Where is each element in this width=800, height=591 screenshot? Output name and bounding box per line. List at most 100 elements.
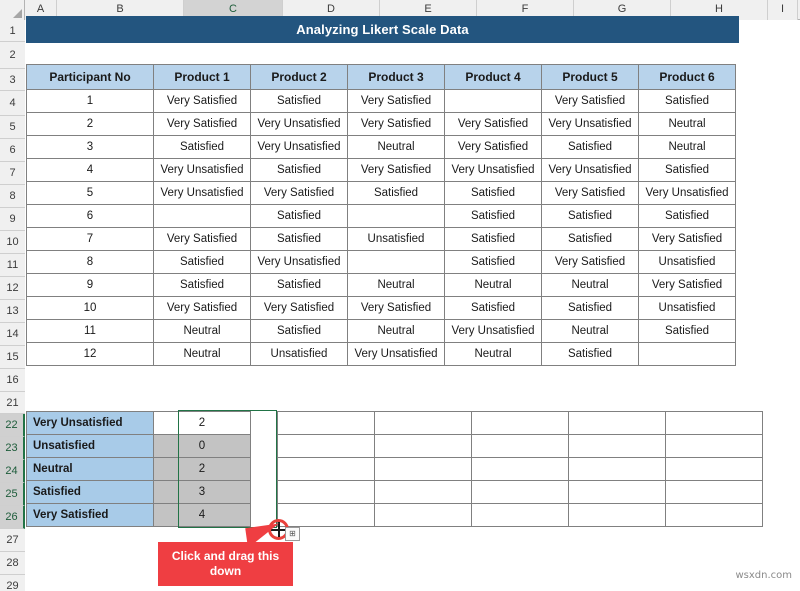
response-cell[interactable]: Very Unsatisfied: [444, 319, 542, 343]
response-cell[interactable]: Very Satisfied: [250, 181, 348, 205]
row-header-5[interactable]: 5: [0, 116, 25, 139]
participant-no-cell[interactable]: 7: [26, 227, 154, 251]
response-cell[interactable]: Very Unsatisfied: [541, 112, 639, 136]
summary-label-cell[interactable]: Neutral: [26, 457, 154, 481]
response-cell[interactable]: Neutral: [444, 342, 542, 366]
row-header-12[interactable]: 12: [0, 277, 25, 300]
empty-cell[interactable]: [665, 434, 763, 458]
row-header-4[interactable]: 4: [0, 91, 25, 116]
participant-no-cell[interactable]: 5: [26, 181, 154, 205]
row-header-24[interactable]: 24: [0, 460, 25, 483]
empty-cell[interactable]: [277, 434, 375, 458]
empty-cell[interactable]: [374, 434, 472, 458]
response-cell[interactable]: Satisfied: [541, 204, 639, 228]
row-header-23[interactable]: 23: [0, 437, 25, 460]
response-cell[interactable]: Satisfied: [444, 296, 542, 320]
empty-cell[interactable]: [471, 457, 569, 481]
response-cell[interactable]: Satisfied: [153, 135, 251, 159]
response-cell[interactable]: Unsatisfied: [638, 296, 736, 320]
row-header-29[interactable]: 29: [0, 575, 25, 591]
empty-cell[interactable]: [665, 480, 763, 504]
row-header-28[interactable]: 28: [0, 552, 25, 575]
response-cell[interactable]: Satisfied: [250, 273, 348, 297]
row-header-7[interactable]: 7: [0, 162, 25, 185]
response-cell[interactable]: Neutral: [347, 319, 445, 343]
response-cell[interactable]: Very Satisfied: [153, 296, 251, 320]
response-cell[interactable]: Satisfied: [250, 158, 348, 182]
empty-cell[interactable]: [374, 480, 472, 504]
response-cell[interactable]: Very Satisfied: [347, 296, 445, 320]
empty-cell[interactable]: [277, 411, 375, 435]
response-cell[interactable]: Very Satisfied: [153, 227, 251, 251]
response-cell[interactable]: Very Unsatisfied: [250, 112, 348, 136]
row-header-11[interactable]: 11: [0, 254, 25, 277]
response-cell[interactable]: Satisfied: [444, 250, 542, 274]
participant-no-cell[interactable]: 2: [26, 112, 154, 136]
row-header-21[interactable]: 21: [0, 392, 25, 414]
response-cell[interactable]: Satisfied: [541, 135, 639, 159]
row-header-16[interactable]: 16: [0, 369, 25, 392]
response-cell[interactable]: Very Satisfied: [153, 112, 251, 136]
summary-count-cell[interactable]: 2: [153, 457, 251, 481]
response-cell[interactable]: Very Satisfied: [444, 135, 542, 159]
response-cell[interactable]: [347, 250, 445, 274]
empty-cell[interactable]: [471, 411, 569, 435]
response-cell[interactable]: Satisfied: [541, 227, 639, 251]
row-header-13[interactable]: 13: [0, 300, 25, 323]
response-cell[interactable]: [638, 342, 736, 366]
summary-label-cell[interactable]: Very Unsatisfied: [26, 411, 154, 435]
empty-cell[interactable]: [471, 480, 569, 504]
summary-count-cell[interactable]: 0: [153, 434, 251, 458]
row-header-1[interactable]: 1: [0, 20, 25, 42]
row-header-25[interactable]: 25: [0, 483, 25, 506]
response-cell[interactable]: Neutral: [541, 273, 639, 297]
response-cell[interactable]: Satisfied: [638, 158, 736, 182]
response-cell[interactable]: Satisfied: [638, 204, 736, 228]
empty-cell[interactable]: [471, 434, 569, 458]
response-cell[interactable]: Satisfied: [250, 204, 348, 228]
response-cell[interactable]: Very Satisfied: [347, 112, 445, 136]
empty-cell[interactable]: [665, 411, 763, 435]
summary-count-cell[interactable]: 3: [153, 480, 251, 504]
row-header-6[interactable]: 6: [0, 139, 25, 162]
response-cell[interactable]: Very Unsatisfied: [347, 342, 445, 366]
empty-cell[interactable]: [568, 434, 666, 458]
response-cell[interactable]: Satisfied: [153, 250, 251, 274]
row-header-3[interactable]: 3: [0, 69, 25, 91]
response-cell[interactable]: Satisfied: [638, 319, 736, 343]
response-cell[interactable]: Very Satisfied: [347, 89, 445, 113]
empty-cell[interactable]: [277, 480, 375, 504]
autofill-options-icon[interactable]: ⊞: [285, 527, 300, 541]
row-header-14[interactable]: 14: [0, 323, 25, 346]
summary-label-cell[interactable]: Satisfied: [26, 480, 154, 504]
response-cell[interactable]: Very Unsatisfied: [638, 181, 736, 205]
response-cell[interactable]: Very Satisfied: [541, 89, 639, 113]
response-cell[interactable]: Very Satisfied: [250, 296, 348, 320]
response-cell[interactable]: Neutral: [638, 112, 736, 136]
response-cell[interactable]: Satisfied: [250, 227, 348, 251]
response-cell[interactable]: Very Unsatisfied: [250, 250, 348, 274]
empty-cell[interactable]: [374, 503, 472, 527]
response-cell[interactable]: Very Satisfied: [541, 250, 639, 274]
response-cell[interactable]: Satisfied: [347, 181, 445, 205]
response-cell[interactable]: Satisfied: [638, 89, 736, 113]
empty-cell[interactable]: [374, 411, 472, 435]
response-cell[interactable]: Satisfied: [541, 342, 639, 366]
response-cell[interactable]: Very Unsatisfied: [153, 181, 251, 205]
participant-no-cell[interactable]: 4: [26, 158, 154, 182]
row-header-26[interactable]: 26: [0, 506, 25, 529]
participant-no-cell[interactable]: 10: [26, 296, 154, 320]
row-header-10[interactable]: 10: [0, 231, 25, 254]
participant-no-cell[interactable]: 3: [26, 135, 154, 159]
summary-label-cell[interactable]: Unsatisfied: [26, 434, 154, 458]
participant-no-cell[interactable]: 12: [26, 342, 154, 366]
empty-cell[interactable]: [471, 503, 569, 527]
response-cell[interactable]: Very Satisfied: [541, 181, 639, 205]
response-cell[interactable]: Neutral: [153, 319, 251, 343]
participant-no-cell[interactable]: 9: [26, 273, 154, 297]
response-cell[interactable]: Satisfied: [444, 181, 542, 205]
response-cell[interactable]: Neutral: [638, 135, 736, 159]
empty-cell[interactable]: [568, 480, 666, 504]
column-header-i[interactable]: I: [768, 0, 798, 20]
response-cell[interactable]: Neutral: [444, 273, 542, 297]
